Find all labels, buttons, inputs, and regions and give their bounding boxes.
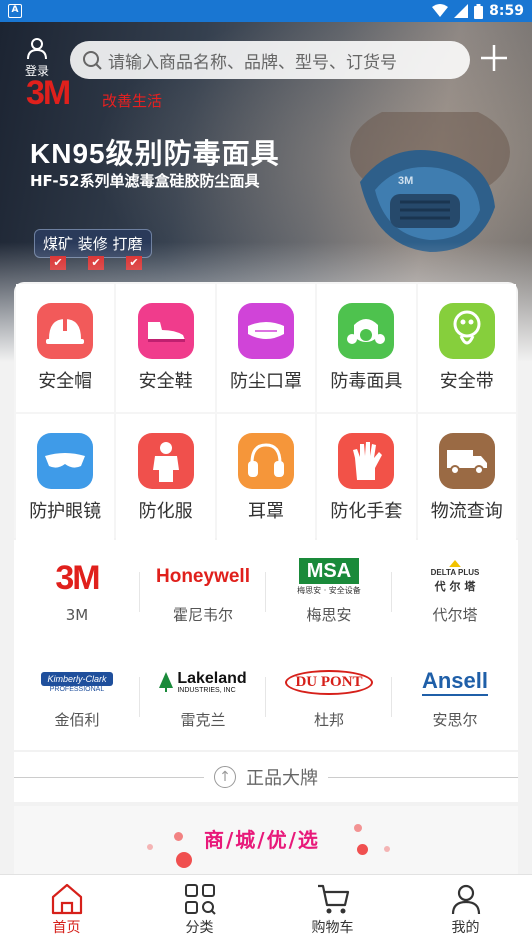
glove-icon xyxy=(338,433,395,489)
profile-icon xyxy=(451,884,480,914)
brand-name: 金佰利 xyxy=(54,711,100,729)
brand-logo-lakeland: Lakeland INDUSTRIES, INC xyxy=(159,665,247,699)
helmet-icon xyxy=(37,303,94,359)
category-label: 防毒面具 xyxy=(330,371,403,392)
nav-category[interactable]: 分类 xyxy=(133,875,266,944)
brand-logo-ansell: Ansell xyxy=(421,665,489,699)
banner-brand-logo: 3M xyxy=(26,74,71,112)
nav-home[interactable]: 首页 xyxy=(0,875,133,944)
shoe-icon xyxy=(137,303,194,359)
brand-logo-msa: MSA 梅思安 · 安全设备 xyxy=(297,558,361,595)
nav-label: 首页 xyxy=(52,919,81,936)
category-item-helmet[interactable]: 安全帽 xyxy=(16,284,115,412)
tree-icon xyxy=(159,672,174,692)
respirator-image: 3M xyxy=(350,112,510,252)
brand-item-honeywell[interactable]: Honeywell 霍尼韦尔 xyxy=(140,540,266,645)
clock: 8:59 xyxy=(489,3,524,19)
arrow-up-icon: ↑ xyxy=(214,766,236,788)
login-label: 登录 xyxy=(24,64,49,78)
brand-name: 3M xyxy=(65,605,89,624)
brand-item-deltaplus[interactable]: DELTA PLUS 代 尔 塔 代尔塔 xyxy=(392,540,518,645)
featured-section[interactable]: 商/城/优/选 xyxy=(14,806,518,876)
login-button[interactable]: 登录 xyxy=(22,36,52,79)
section-divider: ↑ 正品大牌 xyxy=(14,752,518,802)
earmuff-icon xyxy=(237,433,294,489)
status-bar: A 8:59 xyxy=(0,0,532,22)
brand-item-lakeland[interactable]: Lakeland INDUSTRIES, INC 雷克兰 xyxy=(140,645,266,750)
cart-icon xyxy=(317,884,349,913)
hazmat-suit-icon xyxy=(137,433,194,489)
brand-name: 杜邦 xyxy=(313,711,344,729)
brand-item-kimberly-clark[interactable]: Kimberly-Clark PROFESSIONAL 金佰利 xyxy=(14,645,140,750)
gas-mask-icon xyxy=(338,303,395,359)
category-label: 物流查询 xyxy=(430,501,503,522)
home-icon xyxy=(51,883,82,914)
bottom-nav: 首页 分类 购物车 我的 xyxy=(0,874,532,944)
delta-triangle-icon xyxy=(449,560,461,567)
search-input[interactable]: 请输入商品名称、品牌、型号、订货号 xyxy=(108,48,397,73)
nav-label: 我的 xyxy=(451,919,480,936)
category-item-shoes[interactable]: 安全鞋 xyxy=(116,284,215,412)
app-notification-icon: A xyxy=(8,4,22,18)
category-item-goggles[interactable]: 防护眼镜 xyxy=(16,414,115,542)
nav-label: 购物车 xyxy=(311,919,354,936)
category-label: 安全带 xyxy=(439,371,494,392)
category-grid-icon xyxy=(184,883,216,915)
category-label: 安全帽 xyxy=(38,371,93,392)
brand-logo-kimberly-clark: Kimberly-Clark PROFESSIONAL xyxy=(41,665,113,699)
goggles-icon xyxy=(37,433,94,489)
category-label: 防化服 xyxy=(138,501,193,522)
brand-item-3m[interactable]: 3M 3M xyxy=(14,540,140,645)
category-label: 安全鞋 xyxy=(138,371,193,392)
category-label: 防护眼镜 xyxy=(29,501,102,522)
banner-subline: HF-52系列单滤毒盒硅胶防尘面具 xyxy=(30,172,260,190)
wifi-icon xyxy=(432,4,449,17)
category-grid: 安全帽 安全鞋 防尘口罩 防毒面具 安全带 防护眼镜 防化服 耳罩 防化手套 物… xyxy=(14,282,518,542)
brand-item-ansell[interactable]: Ansell 安思尔 xyxy=(392,645,518,750)
nav-label: 分类 xyxy=(185,919,214,936)
dust-mask-icon xyxy=(237,303,294,359)
brand-name: 霍尼韦尔 xyxy=(172,606,233,624)
banner-headline: KN95级别防毒面具 xyxy=(30,138,280,169)
category-item-hazmat-suit[interactable]: 防化服 xyxy=(116,414,215,542)
category-label: 耳罩 xyxy=(247,501,284,522)
brand-logo-dupont: DU PONT xyxy=(285,665,373,699)
brand-name: 梅思安 xyxy=(306,606,352,624)
brand-logo-3m: 3M xyxy=(55,559,100,597)
battery-icon xyxy=(474,3,484,19)
category-item-gas-mask[interactable]: 防毒面具 xyxy=(317,284,416,412)
brand-name: 雷克兰 xyxy=(180,711,226,729)
section-title: 正品大牌 xyxy=(246,768,318,789)
brand-grid: 3M 3M Honeywell 霍尼韦尔 MSA 梅思安 · 安全设备 梅思安 … xyxy=(14,540,518,750)
category-item-logistics[interactable]: 物流查询 xyxy=(417,414,516,542)
signal-icon xyxy=(454,4,469,18)
category-label: 防尘口罩 xyxy=(229,371,302,392)
banner-slogan: 改善生活 xyxy=(102,92,163,110)
truck-icon xyxy=(438,433,495,489)
mask-brand-label: 3M xyxy=(398,175,413,187)
brand-item-msa[interactable]: MSA 梅思安 · 安全设备 梅思安 xyxy=(266,540,392,645)
brand-item-dupont[interactable]: DU PONT 杜邦 xyxy=(266,645,392,750)
harness-icon xyxy=(438,303,495,359)
featured-title: 商/城/优/选 xyxy=(204,828,320,852)
search-icon xyxy=(83,51,102,70)
category-item-earmuffs[interactable]: 耳罩 xyxy=(216,414,316,542)
brand-logo-honeywell: Honeywell xyxy=(156,566,250,587)
category-label: 防化手套 xyxy=(330,501,403,522)
brand-name: 代尔塔 xyxy=(432,606,478,624)
category-item-chemical-gloves[interactable]: 防化手套 xyxy=(317,414,416,542)
nav-cart[interactable]: 购物车 xyxy=(266,875,399,944)
user-icon xyxy=(27,38,47,60)
search-bar[interactable]: 请输入商品名称、品牌、型号、订货号 xyxy=(70,41,470,79)
category-item-dust-mask[interactable]: 防尘口罩 xyxy=(216,284,316,412)
nav-profile[interactable]: 我的 xyxy=(399,875,532,944)
add-icon[interactable] xyxy=(478,42,510,74)
brand-name: 安思尔 xyxy=(432,711,478,729)
brand-logo-deltaplus: DELTA PLUS 代 尔 塔 xyxy=(431,560,479,594)
category-item-harness[interactable]: 安全带 xyxy=(417,284,516,412)
